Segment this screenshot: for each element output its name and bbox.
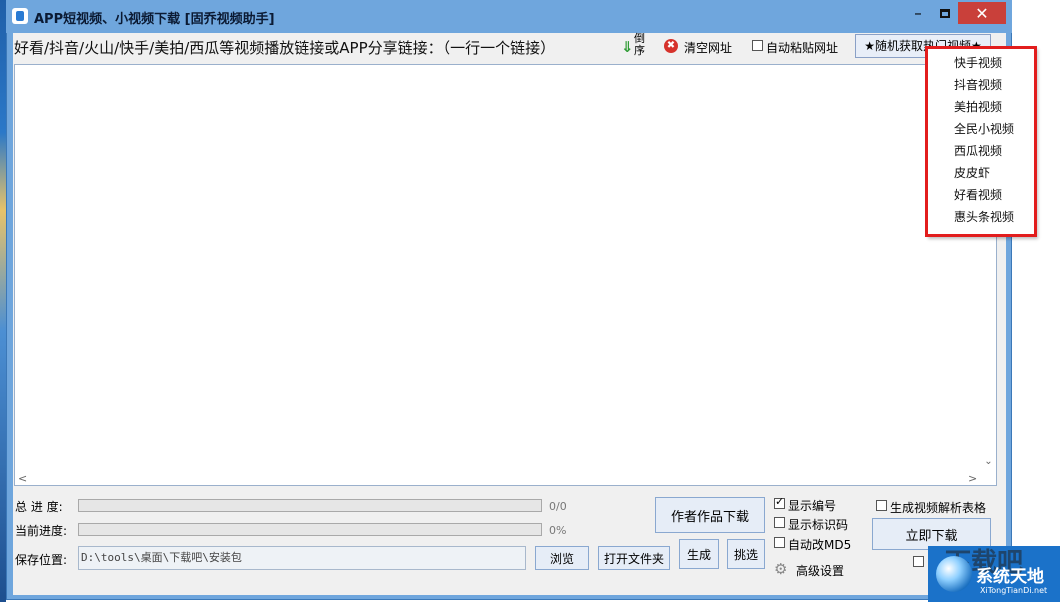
total-progress-text: 0/0	[549, 500, 567, 513]
watermark-title: 系统天地	[976, 567, 1044, 587]
menu-item-kuaishou[interactable]: 快手视频	[954, 54, 1002, 71]
auto-paste-label[interactable]: 自动粘贴网址	[766, 39, 838, 56]
arrow-down-icon[interactable]: ⇓	[621, 38, 634, 56]
clear-urls-button[interactable]: 清空网址	[684, 39, 732, 56]
pick-button[interactable]: 挑选	[727, 539, 765, 569]
scroll-right-icon[interactable]: >	[968, 472, 977, 485]
minimize-button[interactable]: –	[904, 2, 932, 24]
menu-item-xigua[interactable]: 西瓜视频	[954, 142, 1002, 159]
url-prompt-label: 好看/抖音/火山/快手/美拍/西瓜等视频播放链接或APP分享链接：（一行一个链接…	[14, 39, 556, 57]
minimize-icon: –	[914, 4, 922, 22]
show-number-checkbox[interactable]	[774, 495, 785, 509]
menu-item-haokan[interactable]: 好看视频	[954, 186, 1002, 203]
current-progress-text: 0%	[549, 524, 567, 537]
reverse-order-button[interactable]: 倒序	[634, 33, 646, 57]
url-list-textarea[interactable]	[14, 64, 997, 486]
current-progress-label: 当前进度:	[15, 524, 68, 538]
scroll-down-icon[interactable]: ⌄	[981, 456, 996, 470]
gear-icon[interactable]: ⚙	[774, 560, 787, 578]
show-id-checkbox[interactable]	[774, 517, 785, 528]
menu-item-pipixia[interactable]: 皮皮虾	[954, 164, 990, 181]
save-path-input[interactable]: D:\tools\桌面\下载吧\安装包	[78, 546, 526, 570]
save-location-label: 保存位置:	[15, 553, 68, 567]
menu-item-quanmin[interactable]: 全民小视频	[954, 120, 1014, 137]
open-folder-button[interactable]: 打开文件夹	[598, 546, 670, 570]
browse-button[interactable]: 浏览	[535, 546, 589, 570]
menu-item-meipai[interactable]: 美拍视频	[954, 98, 1002, 115]
menu-item-douyin[interactable]: 抖音视频	[954, 76, 1002, 93]
globe-icon	[936, 556, 972, 592]
show-id-label[interactable]: 显示标识码	[788, 516, 848, 533]
app-icon	[12, 8, 28, 24]
auto-md5-label[interactable]: 自动改MD5	[788, 536, 851, 553]
watermark-url: XiTongTianDi.net	[980, 586, 1048, 595]
total-progress-bar	[78, 499, 542, 512]
extra-checkbox[interactable]	[913, 556, 924, 567]
close-button[interactable]: ✕	[958, 2, 1006, 24]
total-progress-label: 总 进 度:	[15, 500, 63, 514]
window-title: APP短视频、小视频下载 [固乔视频助手]	[34, 12, 275, 27]
maximize-icon	[940, 8, 950, 18]
menu-item-huitoutiao[interactable]: 惠头条视频	[954, 208, 1014, 225]
auto-paste-checkbox[interactable]	[752, 40, 763, 51]
generate-button[interactable]: 生成	[679, 539, 719, 569]
maximize-button[interactable]	[932, 2, 958, 24]
current-progress-bar	[78, 523, 542, 536]
show-number-label[interactable]: 显示编号	[788, 497, 836, 514]
gen-table-label[interactable]: 生成视频解析表格	[890, 499, 986, 516]
scroll-left-icon[interactable]: <	[18, 472, 27, 485]
horizontal-scrollbar[interactable]	[15, 471, 981, 485]
gen-table-checkbox[interactable]	[876, 500, 887, 511]
close-icon: ✕	[975, 3, 989, 23]
advanced-settings-button[interactable]: 高级设置	[796, 562, 844, 579]
auto-md5-checkbox[interactable]	[774, 537, 785, 548]
clear-icon[interactable]: ✖	[664, 39, 678, 53]
author-works-download-button[interactable]: 作者作品下载	[655, 497, 765, 533]
